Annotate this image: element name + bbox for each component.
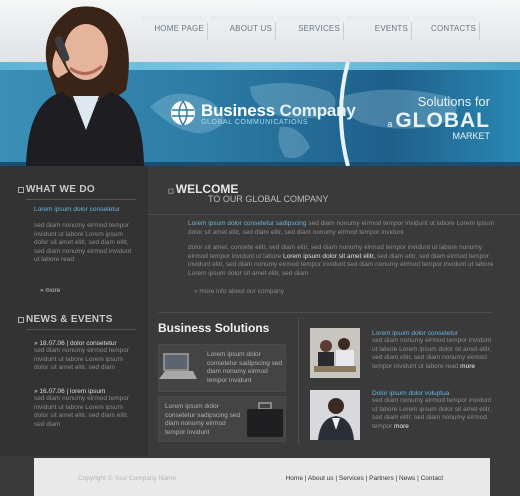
page: HOME PAGE ABOUT US SERVICES EVENTS CONTA… bbox=[0, 0, 520, 496]
businesswoman-image bbox=[26, 6, 144, 166]
news-item: » 16.07.06 | lorem ipsum sed diam nonumy… bbox=[34, 388, 130, 428]
business-solutions-title: Business Solutions bbox=[158, 321, 270, 335]
footer-link-news[interactable]: News bbox=[399, 475, 415, 482]
nav-contacts[interactable]: CONTACTS bbox=[414, 16, 482, 42]
footer-link-about[interactable]: About us bbox=[308, 475, 334, 482]
right-item-2: Dolor ipsum dolor voluptua sed diam nonu… bbox=[372, 390, 492, 430]
nav-events[interactable]: EVENTS bbox=[346, 16, 414, 42]
what-we-do-text: sed diam nonumy eirmod tempor invidunt u… bbox=[34, 222, 132, 264]
business-box-2[interactable]: Lorem ipsum dolor consetetur sadipscing … bbox=[158, 396, 286, 442]
footer-link-contact[interactable]: Contact bbox=[421, 475, 443, 482]
globe-icon bbox=[171, 100, 195, 126]
meeting-photo bbox=[310, 328, 360, 378]
more-link-1[interactable]: » more bbox=[40, 287, 60, 294]
business-box-1[interactable]: Lorem ipsum dolor consetetur sadipscing … bbox=[158, 344, 286, 392]
welcome-paragraph-2: dolor sit amet, consete elitr, sed diam … bbox=[188, 244, 494, 277]
laptop-icon bbox=[159, 353, 197, 379]
sidebar: WHAT WE DO Lorem ipsum dolor consetetur … bbox=[0, 166, 148, 456]
main-nav: HOME PAGE ABOUT US SERVICES EVENTS CONTA… bbox=[142, 16, 482, 42]
footer-link-services[interactable]: Services bbox=[339, 475, 364, 482]
nav-home[interactable]: HOME PAGE bbox=[142, 16, 210, 42]
welcome-paragraph-1: Lorem ipsum dolor consetetur sadipscing … bbox=[188, 220, 495, 236]
company-logo[interactable]: Business Company GLOBAL COMMUNICATIONS bbox=[170, 100, 356, 126]
footer-links: Home | About us | Services | Partners | … bbox=[285, 475, 443, 482]
main-content: ◻ WELCOME TO OUR GLOBAL COMPANY Lorem ip… bbox=[148, 166, 520, 456]
welcome-subtitle: TO OUR GLOBAL COMPANY bbox=[208, 194, 329, 204]
what-we-do-link[interactable]: Lorem ipsum dolor consetetur bbox=[34, 206, 120, 213]
footer: Copyright © Your Company Name Home | Abo… bbox=[34, 458, 490, 496]
right-item-1: Lorem ipsum dolor consetetur sed diam no… bbox=[372, 330, 492, 370]
what-we-do-title: WHAT WE DO bbox=[18, 184, 95, 195]
footer-link-partners[interactable]: Partners bbox=[369, 475, 394, 482]
banner-slogan: Solutions for a GLOBAL MARKET bbox=[387, 94, 490, 141]
briefcase-icon bbox=[247, 402, 283, 437]
news-events-title: NEWS & EVENTS bbox=[18, 314, 113, 325]
news-item: » 18.07.06 | dolor consetetur sed diam n… bbox=[34, 340, 130, 372]
businessman-photo bbox=[310, 390, 360, 440]
more-info-link[interactable]: » more info about our company bbox=[194, 288, 284, 297]
copyright: Copyright © Your Company Name bbox=[78, 475, 177, 482]
nav-services[interactable]: SERVICES bbox=[278, 16, 346, 42]
footer-link-home[interactable]: Home bbox=[286, 475, 303, 482]
nav-about[interactable]: ABOUT US bbox=[210, 16, 278, 42]
